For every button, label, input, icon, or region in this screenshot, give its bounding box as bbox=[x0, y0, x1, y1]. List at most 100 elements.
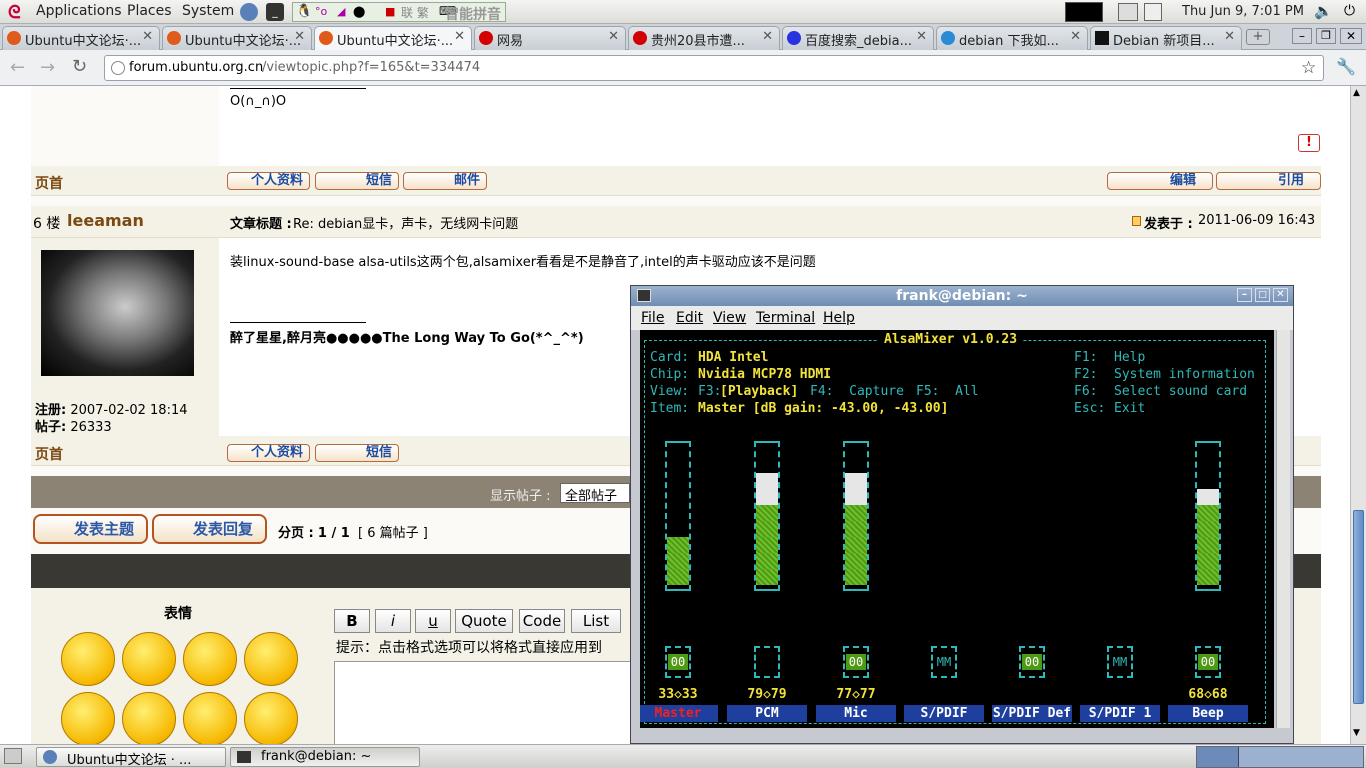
volume-icon[interactable]: 🔈 bbox=[1314, 2, 1333, 20]
scroll-thumb[interactable] bbox=[1353, 510, 1364, 704]
places-menu[interactable]: Places bbox=[127, 3, 172, 19]
post5-profile-button[interactable]: 个人资料 bbox=[227, 172, 310, 190]
reply-textarea[interactable] bbox=[334, 661, 644, 744]
smiley-icon[interactable] bbox=[183, 632, 237, 686]
new-tab-button[interactable]: + bbox=[1246, 29, 1270, 45]
forward-icon[interactable]: → bbox=[40, 57, 55, 78]
tab-close-icon[interactable]: ✕ bbox=[294, 29, 305, 44]
menu-view[interactable]: View bbox=[713, 310, 746, 326]
tab-163[interactable]: 网易 ✕ bbox=[474, 26, 626, 50]
reload-icon[interactable]: ↻ bbox=[72, 56, 87, 77]
alsamixer-screen[interactable]: AlsaMixer v1.0.23 Card: HDA Intel Chip: … bbox=[640, 330, 1274, 728]
ime-toolbar[interactable]: 🐧 °o ◢ ⬤ ■ 联 繁 ⌨ 智能拼音 bbox=[292, 2, 506, 23]
tab-ubuntu-2[interactable]: Ubuntu中文论坛·... ✕ bbox=[162, 26, 312, 50]
menu-edit[interactable]: Edit bbox=[676, 310, 703, 326]
scroll-up-icon[interactable]: ▲ bbox=[1353, 88, 1360, 98]
wrench-icon[interactable]: 🔧 bbox=[1336, 57, 1356, 76]
channel-label[interactable]: Master bbox=[640, 705, 718, 722]
window-close-icon[interactable]: ✕ bbox=[1340, 28, 1362, 44]
taskbar-item-terminal[interactable]: frank@debian: ~ bbox=[230, 747, 420, 767]
underline-button[interactable]: u bbox=[415, 609, 451, 633]
post5-quote-button[interactable]: 引用 bbox=[1216, 172, 1321, 190]
channel-label[interactable]: Mic bbox=[816, 705, 896, 722]
tab-close-icon[interactable]: ✕ bbox=[1224, 29, 1235, 44]
tab-close-icon[interactable]: ✕ bbox=[916, 29, 927, 44]
post5-email-button[interactable]: 邮件 bbox=[403, 172, 487, 190]
tab-ubuntu-3[interactable]: Ubuntu中文论坛·... ✕ bbox=[314, 26, 472, 51]
mute-indicator[interactable]: 00 bbox=[1195, 646, 1221, 678]
smiley-icon[interactable] bbox=[244, 632, 298, 686]
ime-punct-icon[interactable]: ⬤ bbox=[353, 5, 365, 18]
smiley-icon[interactable] bbox=[61, 632, 115, 686]
italic-button[interactable]: i bbox=[375, 609, 411, 633]
ime-lock-icon[interactable]: ■ bbox=[385, 5, 395, 18]
clock[interactable]: Thu Jun 9, 7:01 PM bbox=[1182, 4, 1304, 19]
post5-edit-button[interactable]: 编辑 bbox=[1107, 172, 1213, 190]
mute-indicator[interactable]: 00 bbox=[665, 646, 691, 678]
terminal-maximize-icon[interactable]: □ bbox=[1255, 288, 1270, 302]
reply-button[interactable]: 发表回复 bbox=[152, 514, 267, 544]
view-capture[interactable]: F4: Capture bbox=[810, 383, 904, 400]
system-menu[interactable]: System bbox=[182, 3, 234, 19]
terminal-minimize-icon[interactable]: – bbox=[1237, 288, 1252, 302]
quote-button[interactable]: Quote bbox=[455, 609, 513, 633]
post5-top-link[interactable]: 页首 bbox=[35, 173, 63, 193]
tab-debian-how[interactable]: debian 下我如... ✕ bbox=[936, 26, 1088, 50]
ime-trad-icon[interactable]: 联 繁 bbox=[401, 4, 429, 21]
tab-ubuntu-1[interactable]: Ubuntu中文论坛·... ✕ bbox=[2, 26, 160, 50]
workspace-1[interactable] bbox=[1197, 747, 1239, 767]
channel-label[interactable]: S/PDIF 1 bbox=[1080, 705, 1160, 722]
channel-label[interactable]: S/PDIF Def bbox=[992, 705, 1072, 722]
channel-label[interactable]: S/PDIF bbox=[904, 705, 984, 722]
channel-label[interactable]: PCM bbox=[727, 705, 807, 722]
chromium-icon[interactable] bbox=[240, 3, 258, 21]
mute-indicator[interactable]: 00 bbox=[1019, 646, 1045, 678]
tab-close-icon[interactable]: ✕ bbox=[1070, 29, 1081, 44]
clipboard-icon[interactable] bbox=[1144, 3, 1162, 21]
terminal-window[interactable]: frank@debian: ~ – □ ✕ File Edit View Ter… bbox=[630, 285, 1294, 744]
back-icon[interactable]: ← bbox=[10, 57, 25, 78]
power-icon[interactable]: ⏻ bbox=[1344, 3, 1355, 19]
applications-menu[interactable]: Applications bbox=[36, 3, 122, 19]
tab-debian-new[interactable]: Debian 新项目... ✕ bbox=[1090, 26, 1242, 50]
show-desktop-icon[interactable] bbox=[4, 748, 22, 764]
post6-author[interactable]: leeaman bbox=[67, 211, 144, 230]
bookmark-star-icon[interactable]: ☆ bbox=[1301, 58, 1316, 78]
mute-indicator[interactable]: MM bbox=[1107, 646, 1133, 678]
address-bar[interactable]: forum.ubuntu.org.cn /viewtopic.php?f=165… bbox=[104, 55, 1324, 81]
window-maximize-icon[interactable]: ❐ bbox=[1316, 28, 1336, 44]
tab-baidu[interactable]: 百度搜索_debia... ✕ bbox=[782, 26, 934, 50]
terminal-launcher-icon[interactable]: _ bbox=[266, 3, 284, 21]
smiley-icon[interactable] bbox=[122, 692, 176, 744]
terminal-titlebar[interactable]: frank@debian: ~ – □ ✕ bbox=[631, 286, 1293, 306]
mute-indicator[interactable]: MM bbox=[931, 646, 957, 678]
view-all[interactable]: F5: All bbox=[916, 383, 979, 400]
new-topic-button[interactable]: 发表主题 bbox=[33, 514, 148, 544]
terminal-scrollbar[interactable] bbox=[1276, 330, 1290, 728]
scroll-down-icon[interactable]: ▼ bbox=[1353, 728, 1360, 738]
smiley-icon[interactable] bbox=[183, 692, 237, 744]
smiley-icon[interactable] bbox=[61, 692, 115, 744]
smiley-icon[interactable] bbox=[244, 692, 298, 744]
menu-terminal[interactable]: Terminal bbox=[756, 310, 815, 326]
post6-top-link[interactable]: 页首 bbox=[35, 444, 63, 464]
terminal-close-icon[interactable]: ✕ bbox=[1273, 288, 1288, 302]
workspace-switcher[interactable] bbox=[1196, 746, 1364, 768]
bold-button[interactable]: B bbox=[334, 609, 370, 633]
post6-pm-button[interactable]: 短信 bbox=[315, 444, 399, 462]
system-monitor[interactable] bbox=[1065, 2, 1103, 22]
mute-indicator[interactable]: 00 bbox=[843, 646, 869, 678]
taskbar-item-browser[interactable]: Ubuntu中文论坛 · ... bbox=[36, 747, 226, 768]
post6-avatar[interactable] bbox=[41, 250, 194, 376]
page-scrollbar[interactable]: ▲ ▼ bbox=[1350, 86, 1366, 744]
ime-fullwidth-icon[interactable]: ◢ bbox=[337, 5, 345, 18]
report-icon[interactable]: ! bbox=[1298, 134, 1320, 152]
post5-pm-button[interactable]: 短信 bbox=[315, 172, 399, 190]
debian-logo-icon[interactable]: ᘓ bbox=[8, 2, 28, 23]
mute-indicator[interactable] bbox=[754, 646, 780, 678]
window-minimize-icon[interactable]: – bbox=[1292, 28, 1312, 44]
ime-mode-icon[interactable]: °o bbox=[315, 5, 327, 18]
menu-help[interactable]: Help bbox=[823, 310, 855, 326]
post6-profile-button[interactable]: 个人资料 bbox=[227, 444, 310, 462]
tab-close-icon[interactable]: ✕ bbox=[142, 29, 153, 44]
